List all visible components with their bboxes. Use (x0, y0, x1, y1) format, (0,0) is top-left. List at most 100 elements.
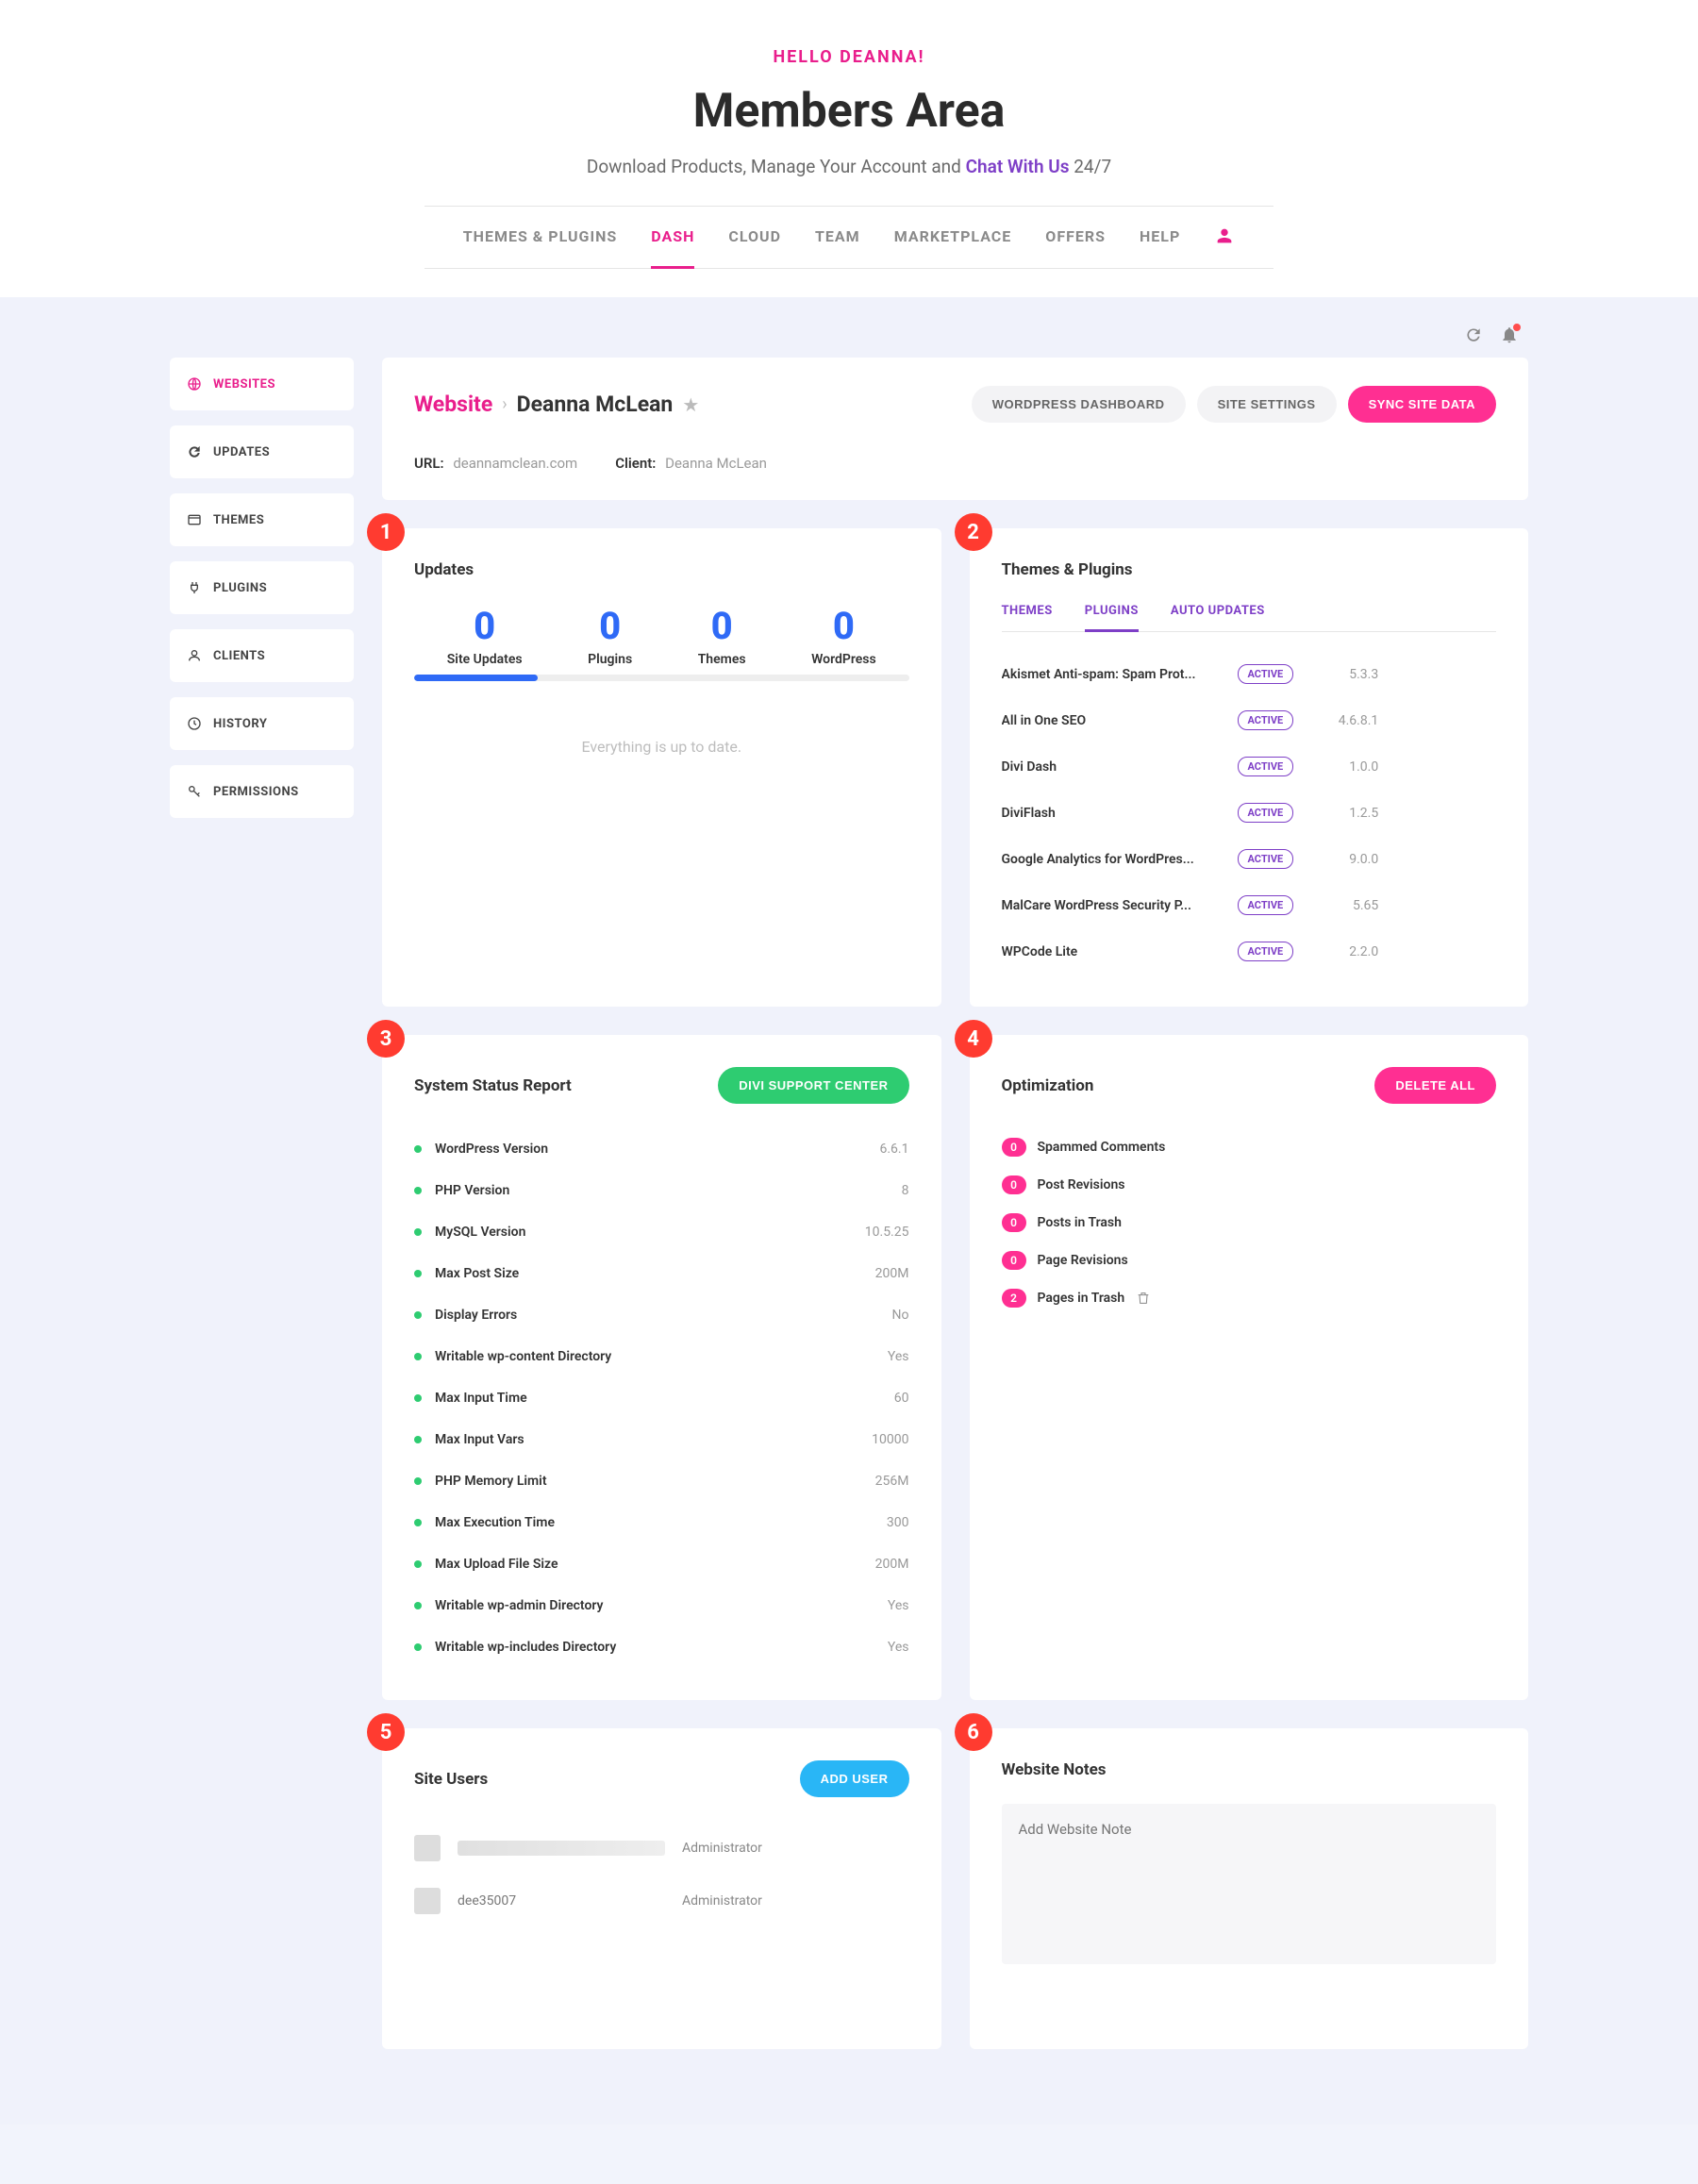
tab-plugins[interactable]: PLUGINS (1085, 604, 1139, 632)
avatar (414, 1835, 441, 1861)
status-value: 8 (902, 1183, 909, 1198)
status-row: Max Input Vars10000 (414, 1419, 909, 1460)
status-dot-icon (414, 1519, 422, 1526)
user-row[interactable]: Administrator (414, 1822, 909, 1875)
plugin-row[interactable]: Akismet Anti-spam: Spam Prot...ACTIVE5.3… (1002, 651, 1497, 697)
plugin-name: DiviFlash (1002, 806, 1219, 821)
status-row: Max Post Size200M (414, 1253, 909, 1294)
plugin-version: 1.2.5 (1312, 806, 1378, 821)
plugin-row[interactable]: MalCare WordPress Security P...ACTIVE5.6… (1002, 882, 1497, 928)
status-dot-icon (414, 1270, 422, 1277)
plugin-version: 9.0.0 (1312, 852, 1378, 867)
stat-item[interactable]: 0Plugins (588, 604, 632, 667)
status-name: Max Input Vars (435, 1432, 872, 1447)
plugin-row[interactable]: Divi DashACTIVE1.0.0 (1002, 743, 1497, 790)
stat-number: 0 (588, 604, 632, 648)
annotation-badge: 2 (955, 513, 992, 551)
breadcrumb-root[interactable]: Website (414, 392, 492, 417)
status-name: MySQL Version (435, 1225, 865, 1240)
optimization-row: 0Spammed Comments (1002, 1128, 1497, 1166)
optimization-label: Page Revisions (1038, 1253, 1128, 1268)
top-nav-item-themes-plugins[interactable]: THEMES & PLUGINS (463, 207, 618, 269)
optimization-label: Pages in Trash (1038, 1291, 1125, 1306)
tab-themes[interactable]: THEMES (1002, 604, 1053, 632)
status-dot-icon (414, 1560, 422, 1568)
tab-auto-updates[interactable]: AUTO UPDATES (1171, 604, 1265, 632)
status-badge: ACTIVE (1238, 895, 1294, 915)
delete-all-button[interactable]: DELETE ALL (1374, 1067, 1496, 1104)
sidebar-item-clients[interactable]: CLIENTS (170, 629, 354, 682)
url-value[interactable]: deannamclean.com (453, 455, 577, 472)
chat-link[interactable]: Chat With Us (966, 156, 1070, 177)
sidebar-item-history[interactable]: HISTORY (170, 697, 354, 750)
card-title: Optimization (1002, 1076, 1094, 1095)
user-row[interactable]: dee35007 Administrator (414, 1875, 909, 1927)
annotation-badge: 3 (367, 1020, 405, 1058)
plugin-row[interactable]: WPCode LiteACTIVE2.2.0 (1002, 928, 1497, 975)
person-icon[interactable] (1214, 225, 1235, 250)
annotation-badge: 1 (367, 513, 405, 551)
annotation-badge: 6 (955, 1713, 992, 1751)
plugin-row[interactable]: Google Analytics for WordPres...ACTIVE9.… (1002, 836, 1497, 882)
optimization-label: Posts in Trash (1038, 1215, 1122, 1230)
avatar (414, 1888, 441, 1914)
stat-item[interactable]: 0WordPress (811, 604, 876, 667)
user-role: Administrator (682, 1841, 762, 1856)
plugin-row[interactable]: DiviFlashACTIVE1.2.5 (1002, 790, 1497, 836)
user-role: Administrator (682, 1893, 762, 1909)
card-title: Updates (414, 560, 474, 579)
count-badge: 0 (1002, 1175, 1026, 1194)
system-status-card: 3 System Status Report DIVI SUPPORT CENT… (382, 1035, 941, 1700)
top-nav-item-offers[interactable]: OFFERS (1045, 207, 1106, 269)
status-name: WordPress Version (435, 1142, 880, 1157)
status-row: Max Upload File Size200M (414, 1543, 909, 1585)
top-nav-item-team[interactable]: TEAM (815, 207, 860, 269)
status-value: 10000 (872, 1432, 908, 1447)
card-title: Website Notes (1002, 1760, 1107, 1779)
bell-icon[interactable] (1500, 325, 1519, 348)
user-name: dee35007 (458, 1893, 665, 1909)
sidebar-item-permissions[interactable]: PERMISSIONS (170, 765, 354, 818)
empty-message: Everything is up to date. (414, 709, 909, 784)
top-nav-item-dash[interactable]: DASH (651, 207, 694, 269)
sidebar-item-themes[interactable]: THEMES (170, 493, 354, 546)
divi-support-center-button[interactable]: DIVI SUPPORT CENTER (718, 1067, 908, 1104)
sidebar-item-websites[interactable]: WEBSITES (170, 358, 354, 410)
trash-icon[interactable] (1136, 1291, 1151, 1306)
plugin-name: Google Analytics for WordPres... (1002, 852, 1219, 867)
refresh-icon[interactable] (1464, 325, 1483, 348)
add-user-button[interactable]: ADD USER (800, 1760, 909, 1797)
annotation-badge: 5 (367, 1713, 405, 1751)
site-settings-button[interactable]: SITE SETTINGS (1197, 386, 1337, 423)
status-row: WordPress Version6.6.1 (414, 1128, 909, 1170)
sidebar: WEBSITES UPDATES THEMES PLUGINS CLIENTS HISTO… (170, 358, 354, 2049)
plugin-row[interactable]: All in One SEOACTIVE4.6.8.1 (1002, 697, 1497, 743)
client-value: Deanna McLean (665, 455, 767, 472)
user-name (458, 1841, 665, 1856)
sync-site-data-button[interactable]: SYNC SITE DATA (1348, 386, 1496, 423)
status-value: 10.5.25 (865, 1225, 909, 1240)
status-dot-icon (414, 1602, 422, 1609)
sidebar-item-updates[interactable]: UPDATES (170, 425, 354, 478)
stat-item[interactable]: 0Site Updates (447, 604, 523, 667)
website-note-input[interactable] (1002, 1804, 1497, 1964)
sidebar-item-plugins[interactable]: PLUGINS (170, 561, 354, 614)
stat-item[interactable]: 0Themes (698, 604, 746, 667)
top-nav-item-marketplace[interactable]: MARKETPLACE (894, 207, 1012, 269)
optimization-row: 0Posts in Trash (1002, 1204, 1497, 1242)
top-nav-item-help[interactable]: HELP (1140, 207, 1180, 269)
count-badge: 0 (1002, 1251, 1026, 1270)
status-value: 300 (887, 1515, 909, 1530)
status-badge: ACTIVE (1238, 757, 1294, 776)
top-nav-item-cloud[interactable]: CLOUD (728, 207, 781, 269)
star-icon[interactable]: ★ (682, 393, 699, 416)
clock-icon (187, 716, 202, 731)
card-title: Themes & Plugins (1002, 560, 1133, 579)
annotation-badge: 4 (955, 1020, 992, 1058)
status-dot-icon (414, 1145, 422, 1153)
wordpress-dashboard-button[interactable]: WORDPRESS DASHBOARD (972, 386, 1186, 423)
optimization-row: 2Pages in Trash (1002, 1279, 1497, 1317)
plugin-name: WPCode Lite (1002, 944, 1219, 959)
key-icon (187, 784, 202, 799)
breadcrumb: Website › Deanna McLean ★ (414, 392, 699, 417)
